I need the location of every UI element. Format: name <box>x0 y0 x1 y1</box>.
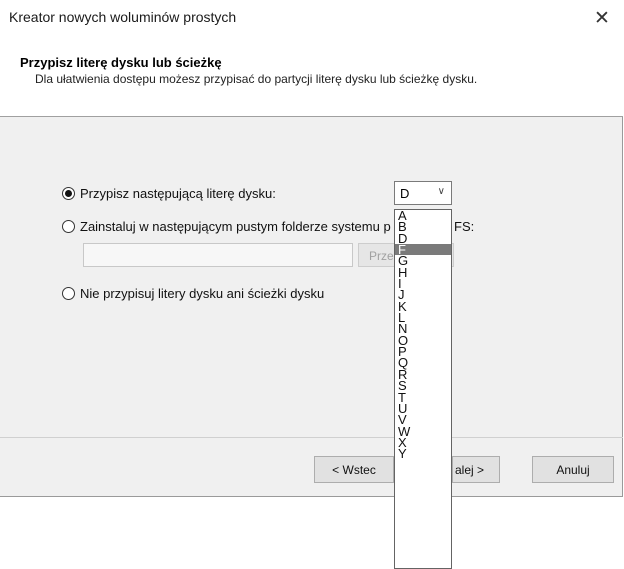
back-button[interactable]: < Wstec <box>314 456 394 483</box>
cancel-button[interactable]: Anuluj <box>532 456 614 483</box>
assign-letter-option[interactable]: Przypisz następującą literę dysku: <box>62 186 276 201</box>
window-title: Kreator nowych woluminów prostych <box>9 9 237 25</box>
no-assign-option[interactable]: Nie przypisuj litery dysku ani ścieżki d… <box>62 286 324 301</box>
page-description: Dla ułatwienia dostępu możesz przypisać … <box>35 72 478 86</box>
folder-path-input[interactable] <box>83 243 353 267</box>
dropdown-item-y[interactable]: Y <box>395 447 451 460</box>
drive-letter-value: D <box>400 186 410 201</box>
no-assign-label: Nie przypisuj litery dysku ani ścieżki d… <box>80 286 325 301</box>
next-button[interactable]: alej > <box>452 456 500 483</box>
mount-folder-label: Zainstaluj w następującym pustym folderz… <box>80 219 391 234</box>
dropdown-item-h[interactable]: H <box>395 266 451 279</box>
wizard-window: Kreator nowych woluminów prostych ✕ Przy… <box>0 0 623 497</box>
page-title: Przypisz literę dysku lub ścieżkę <box>20 55 222 70</box>
no-assign-radio[interactable] <box>62 287 75 300</box>
footer-divider <box>0 437 623 438</box>
title-bar: Kreator nowych woluminów prostych ✕ <box>0 0 623 38</box>
mount-folder-radio[interactable] <box>62 220 75 233</box>
close-icon[interactable]: ✕ <box>587 4 617 32</box>
drive-letter-combo[interactable]: D ∨ <box>394 181 452 205</box>
assign-letter-radio[interactable] <box>62 187 75 200</box>
drive-letter-dropdown-list[interactable]: ABDFGHIJKLNOPQRSTUVWXY <box>394 209 452 569</box>
mount-folder-option[interactable]: Zainstaluj w następującym pustym folderz… <box>62 219 391 234</box>
assign-letter-label: Przypisz następującą literę dysku: <box>80 186 276 201</box>
chevron-down-icon[interactable]: ∨ <box>438 186 445 197</box>
wizard-header: Przypisz literę dysku lub ścieżkę Dla uł… <box>0 38 623 117</box>
mount-folder-label-tail: FS: <box>454 219 475 234</box>
